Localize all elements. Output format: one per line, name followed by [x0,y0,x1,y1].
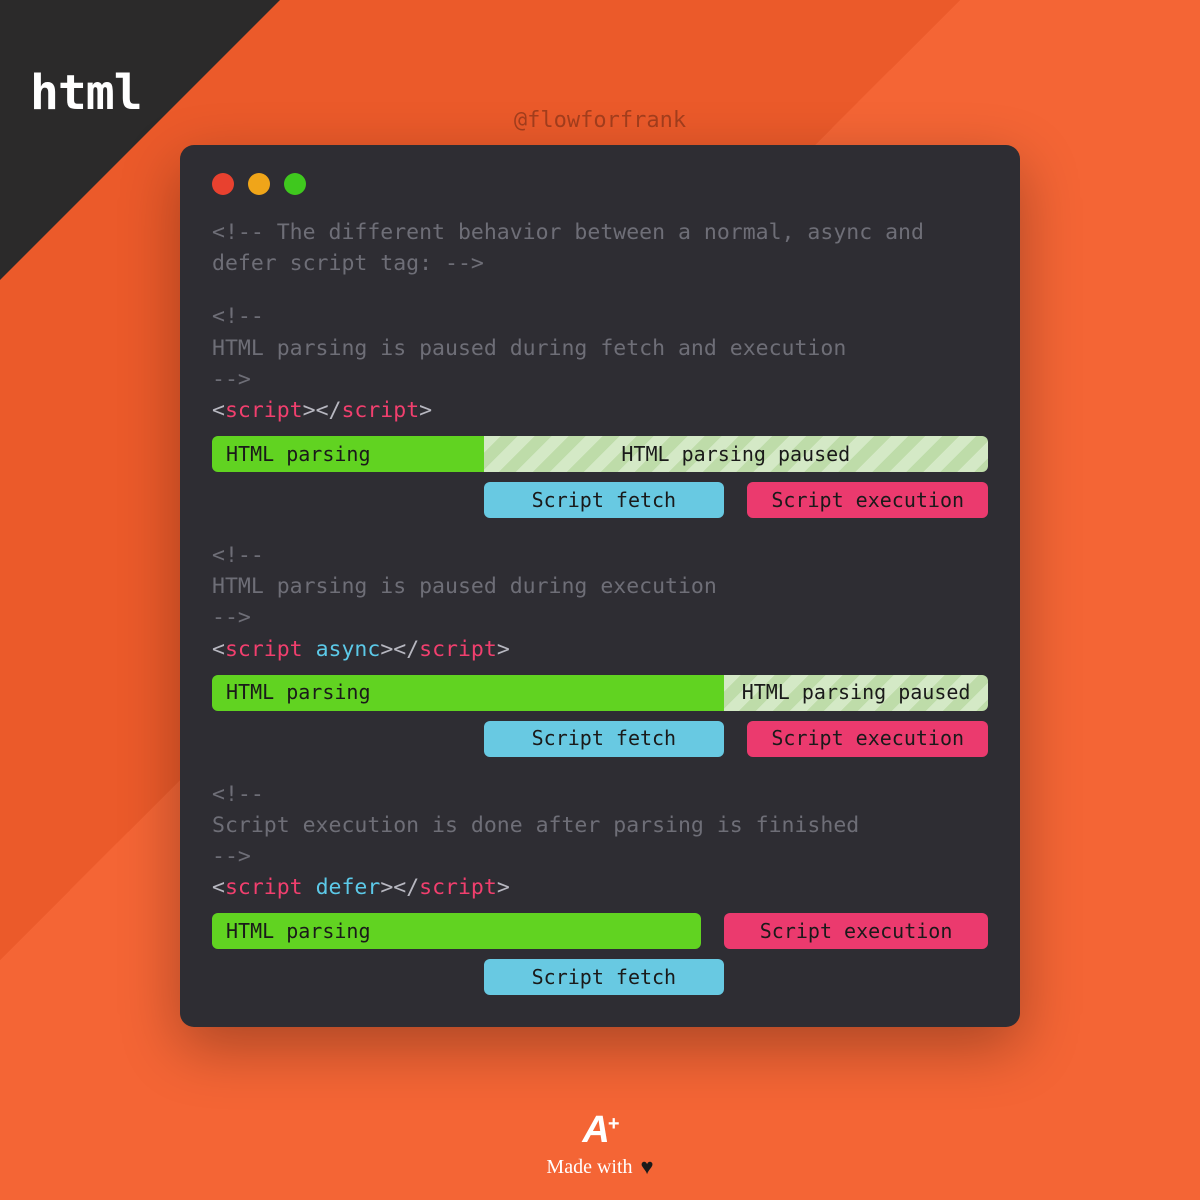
bar-html-parsing: HTML parsing [212,913,701,949]
logo: A+ [546,1109,653,1152]
comment-text: HTML parsing is paused during fetch and … [212,333,988,364]
close-icon [212,173,234,195]
comment-text: HTML parsing is paused during execution [212,571,988,602]
section-async: <!-- HTML parsing is paused during execu… [212,540,988,757]
heart-icon: ♥ [641,1154,654,1180]
bar-html-paused: HTML parsing paused [484,436,988,472]
minimize-icon [248,173,270,195]
bar-html-parsing: HTML parsing [212,675,724,711]
bar-html-parsing: HTML parsing [212,436,484,472]
comment-close: --> [212,841,988,872]
bar-script-fetch: Script fetch [484,959,725,995]
intro-comment: <!-- The different behavior between a no… [212,217,988,279]
section-normal: <!-- HTML parsing is paused during fetch… [212,301,988,518]
bar-html-paused: HTML parsing paused [724,675,988,711]
script-tag-defer: <script defer></script> [212,872,988,903]
bar-script-exec: Script execution [747,482,988,518]
timeline-row-1: HTML parsing Script execution [212,913,988,949]
timeline-row-2: Script fetch Script execution [212,721,988,757]
footer: A+ Made with ♥ [546,1109,653,1180]
timeline-row-2: Script fetch [212,959,988,995]
comment-open: <!-- [212,301,988,332]
comment-close: --> [212,364,988,395]
timeline-row-1: HTML parsing HTML parsing paused [212,436,988,472]
traffic-lights [212,173,988,195]
bar-script-exec: Script execution [724,913,988,949]
bar-script-fetch: Script fetch [484,721,725,757]
corner-label: html [30,65,142,121]
comment-close: --> [212,602,988,633]
code-block: <!-- The different behavior between a no… [212,217,988,995]
comment-text: Script execution is done after parsing i… [212,810,988,841]
made-with-label: Made with ♥ [546,1154,653,1180]
comment-open: <!-- [212,540,988,571]
author-handle: @flowforfrank [514,108,686,133]
timeline-row-2: Script fetch Script execution [212,482,988,518]
bar-script-fetch: Script fetch [484,482,725,518]
section-defer: <!-- Script execution is done after pars… [212,779,988,996]
script-tag-async: <script async></script> [212,634,988,665]
script-tag-normal: <script></script> [212,395,988,426]
bar-script-exec: Script execution [747,721,988,757]
timeline-row-1: HTML parsing HTML parsing paused [212,675,988,711]
comment-open: <!-- [212,779,988,810]
code-editor-window: <!-- The different behavior between a no… [180,145,1020,1027]
maximize-icon [284,173,306,195]
